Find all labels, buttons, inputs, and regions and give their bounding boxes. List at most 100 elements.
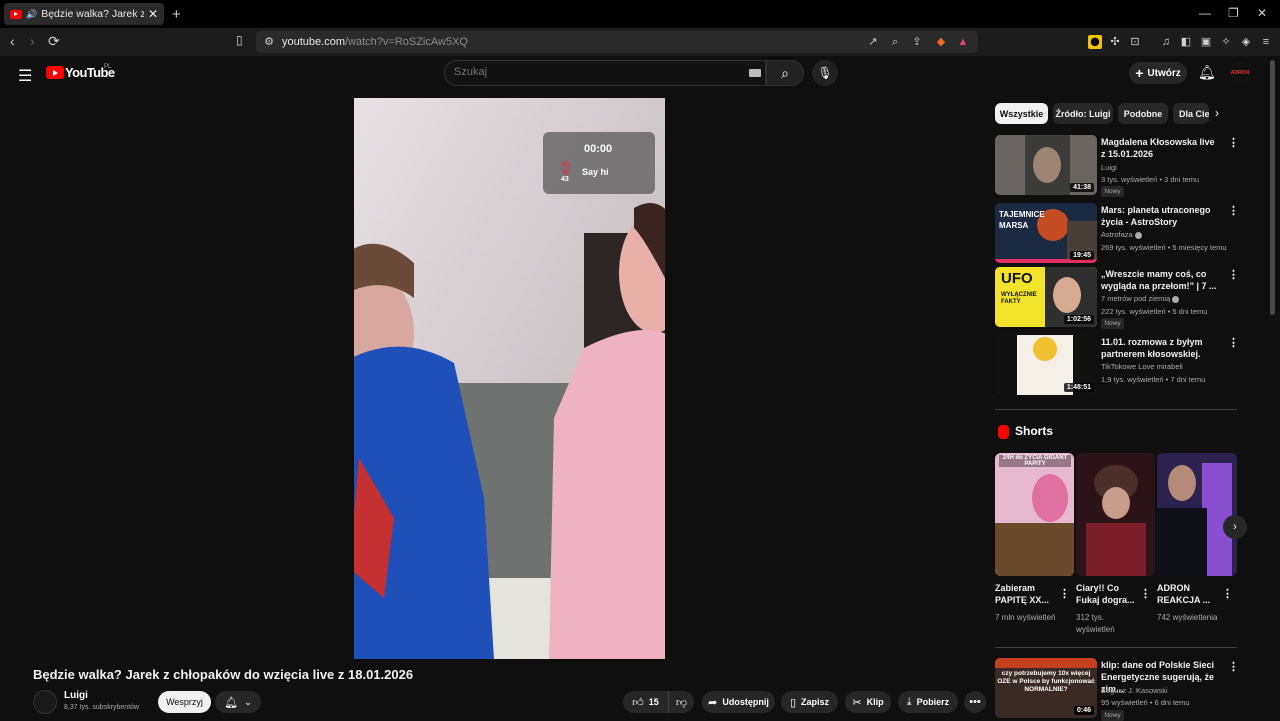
clip-label: Klip	[866, 697, 884, 707]
browser-tab[interactable]: 🔊 Będzie walka? Jarek z chłopaków do wzi…	[4, 3, 164, 25]
dislike-button[interactable]: 👎︎	[668, 691, 694, 713]
sidebar-icon[interactable]: ◧	[1179, 35, 1193, 49]
bookmark-icon[interactable]: ▯	[236, 33, 243, 47]
rec-channel[interactable]: Luigi	[1101, 163, 1117, 172]
wallet-icon[interactable]: ▣	[1199, 35, 1213, 49]
speaker-icon[interactable]: 🔊	[26, 9, 37, 20]
rewards-icon[interactable]: ▲	[956, 35, 970, 49]
more-vert-icon[interactable]: ⋮	[1228, 268, 1239, 281]
more-vert-icon[interactable]: ⋮	[1228, 660, 1239, 673]
reload-icon[interactable]: ⟳	[48, 33, 60, 50]
channel-name[interactable]: Luigi	[64, 690, 88, 701]
short-title[interactable]: Ciary!! Co Fukaj dogra...	[1076, 582, 1136, 606]
thumbnail-text: UFO	[1001, 270, 1033, 287]
share-icon[interactable]: ⇪	[910, 35, 924, 49]
notifications-bell-icon[interactable]: 🔔︎	[1198, 64, 1216, 81]
like-count: 15	[648, 697, 659, 707]
forward-icon[interactable]: ›	[30, 33, 35, 49]
maximize-button[interactable]: ❐	[1228, 6, 1239, 20]
channel-avatar[interactable]	[33, 690, 57, 714]
brave-shield-icon[interactable]: ◆	[934, 35, 948, 49]
rec-channel[interactable]: Bogusz J. Kasowski	[1101, 686, 1168, 695]
verified-icon	[1172, 295, 1180, 303]
video-duration: 1:48:51	[1063, 383, 1094, 392]
rec-thumbnail[interactable]: UFO WYŁĄCZNIE FAKTY 1:02:56	[995, 267, 1097, 327]
chip-for-you[interactable]: Dla Ciebie	[1173, 103, 1209, 124]
save-button[interactable]: ▯ Zapisz	[781, 691, 838, 713]
search-button[interactable]: ⌕	[766, 60, 804, 86]
rec-title[interactable]: „Wreszcie mamy coś, co wygląda na przeło…	[1101, 268, 1219, 292]
short-thumbnail[interactable]	[1157, 453, 1237, 576]
rec-title[interactable]: Mars: planeta utraconego życia - AstroSt…	[1101, 204, 1219, 228]
thumbnail-text: czy potrzebujemy 10x więcej OZE w Polsce…	[997, 670, 1095, 693]
shorts-next-button[interactable]: ›	[1223, 515, 1247, 539]
keyboard-icon[interactable]	[749, 69, 761, 77]
short-thumbnail[interactable]	[1076, 453, 1155, 576]
short-title[interactable]: Zabieram PAPITĘ XX...	[995, 582, 1055, 606]
short-thumbnail[interactable]: 24H do ŻYCIA GIGANT PAPITY	[995, 453, 1074, 576]
clip-button[interactable]: ✂ Klip	[845, 691, 891, 713]
account-avatar[interactable]: ADRON	[1229, 62, 1251, 84]
say-hi-text: Say hi	[582, 167, 609, 177]
chip-related[interactable]: Podobne	[1118, 103, 1168, 124]
browser-tab-bar	[0, 0, 1280, 28]
share-button[interactable]: ➦ Udostępnij	[702, 691, 775, 713]
short-image	[1157, 453, 1237, 576]
new-tab-button[interactable]: +	[172, 6, 181, 23]
notification-settings-button[interactable]: 🔔︎ ⌄	[215, 691, 261, 713]
media-icon[interactable]: ♫	[1159, 35, 1173, 49]
minimize-button[interactable]: —	[1199, 6, 1211, 20]
browser-menu-icon[interactable]: ≡	[1259, 35, 1273, 49]
rec-thumbnail[interactable]: 41:38	[995, 135, 1097, 195]
download-button[interactable]: ⤓ Pobierz	[898, 691, 958, 713]
open-external-icon[interactable]: ↗	[866, 35, 880, 49]
rec-title[interactable]: 11.01. rozmowa z byłym partnerem kłosows…	[1101, 336, 1219, 360]
rec-channel[interactable]: TikTokowe Love mirabeli	[1101, 362, 1183, 371]
more-vert-icon[interactable]: ⋮	[1059, 587, 1070, 600]
window-close-button[interactable]: ✕	[1257, 6, 1267, 20]
extension-icon[interactable]: ⬤	[1088, 35, 1102, 49]
rec-channel[interactable]: 7 metrów pod ziemią	[1101, 294, 1180, 303]
site-settings-icon[interactable]: ⚙	[262, 35, 276, 49]
short-image	[995, 453, 1074, 576]
vpn-icon[interactable]: ◈	[1239, 35, 1253, 49]
more-vert-icon[interactable]: ⋮	[1228, 136, 1239, 149]
back-icon[interactable]: ‹	[10, 33, 15, 49]
video-duration: 19:45	[1070, 251, 1094, 260]
youtube-logo-icon[interactable]	[46, 66, 64, 79]
rec-thumbnail[interactable]: czy potrzebujemy 10x więcej OZE w Polsce…	[995, 658, 1097, 718]
rec-thumbnail[interactable]: TAJEMNICE MARSA 19:45	[995, 203, 1097, 263]
more-vert-icon[interactable]: ⋮	[1222, 587, 1233, 600]
page-scrollbar[interactable]	[1270, 60, 1275, 315]
subscriber-count: 8,37 tys. subskrybentów	[64, 704, 140, 711]
verified-icon	[1134, 231, 1142, 239]
more-actions-button[interactable]: •••	[964, 691, 986, 713]
rec-channel[interactable]: Astrofaza	[1101, 230, 1142, 239]
downloads-icon[interactable]: ⊡	[1128, 35, 1142, 49]
chip-all[interactable]: Wszystkie	[995, 103, 1048, 124]
download-icon: ⤓	[906, 695, 912, 708]
more-vert-icon[interactable]: ⋮	[1228, 336, 1239, 349]
like-button[interactable]: 👍︎ 15	[623, 691, 668, 713]
chip-from-luigi[interactable]: Źródło: Luigi	[1053, 103, 1113, 124]
support-button[interactable]: Wesprzyj	[158, 691, 211, 713]
chevron-right-icon[interactable]: ›	[1215, 106, 1219, 120]
rec-title[interactable]: Magdalena Kłosowska live z 15.01.2026	[1101, 136, 1219, 160]
zoom-icon[interactable]: ⌕	[888, 35, 902, 49]
create-button[interactable]: + Utwórz	[1129, 62, 1187, 84]
more-vert-icon[interactable]: ⋮	[1140, 587, 1151, 600]
tab-close-icon[interactable]: ✕	[148, 7, 158, 21]
voice-search-button[interactable]: 🎙	[812, 60, 838, 86]
short-title[interactable]: ADRON REAKCJA ...	[1157, 582, 1217, 606]
hamburger-menu-icon[interactable]: ☰	[18, 66, 32, 86]
leo-icon[interactable]: ✧	[1219, 35, 1233, 49]
rec-thumbnail[interactable]: 1:48:51	[995, 335, 1097, 395]
more-vert-icon[interactable]: ⋮	[1228, 204, 1239, 217]
gift-count: 43	[561, 176, 569, 183]
extensions-icon[interactable]: ✣	[1108, 35, 1122, 49]
section-divider	[995, 647, 1237, 648]
video-duration: 0:46	[1073, 706, 1094, 715]
search-input[interactable]	[454, 66, 734, 78]
thumbs-up-icon: 👍︎	[632, 696, 644, 709]
url-text[interactable]: youtube.com/watch?v=RoSZicAw5XQ	[282, 36, 468, 48]
